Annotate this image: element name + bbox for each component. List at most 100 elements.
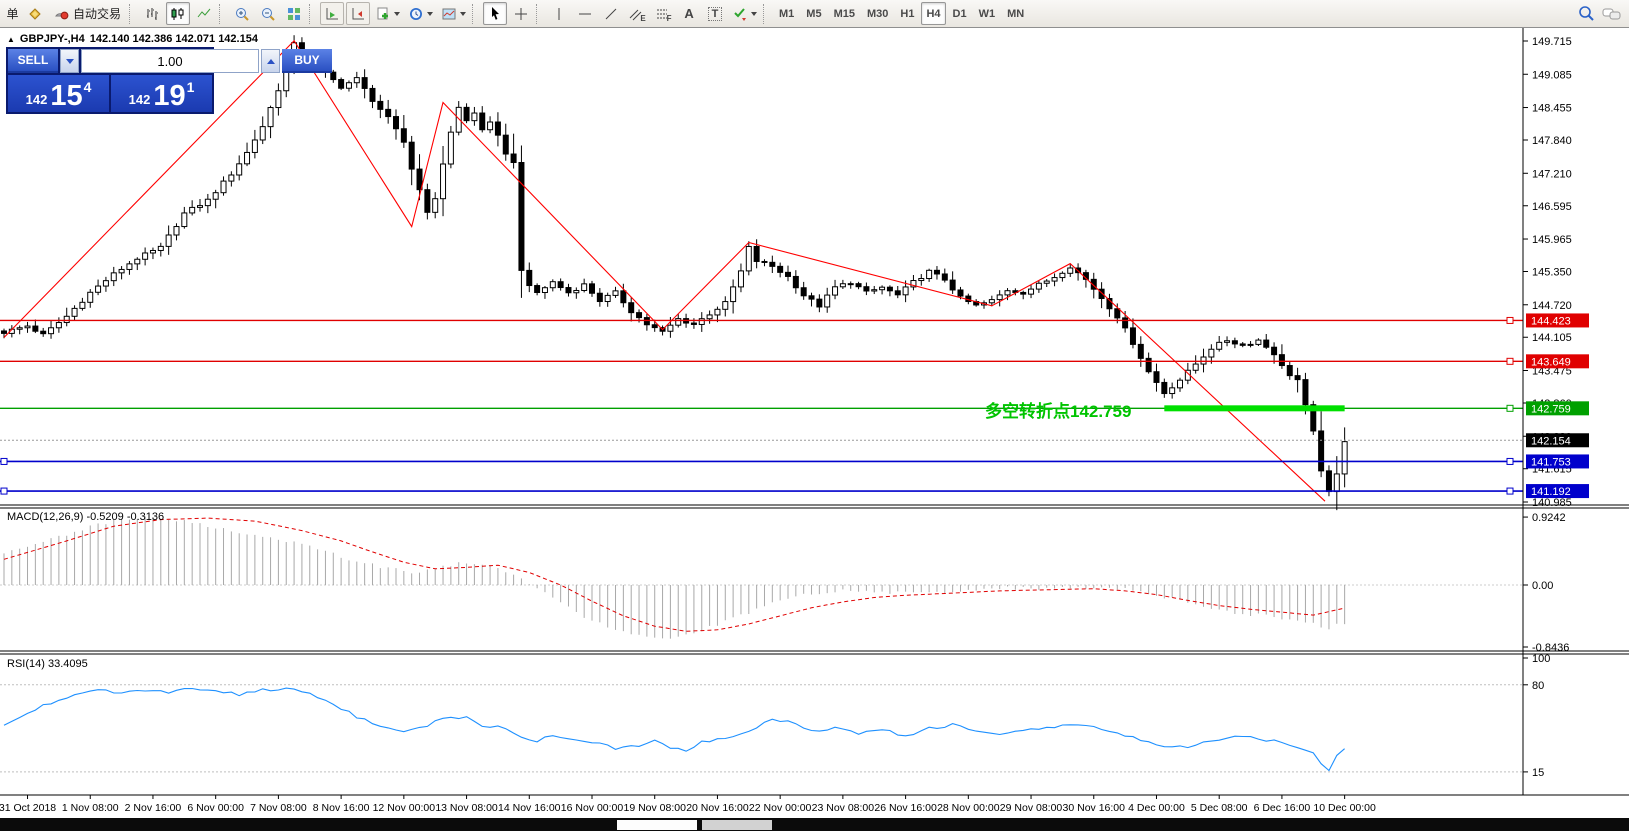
svg-text:6 Nov 00:00: 6 Nov 00:00	[187, 802, 244, 814]
svg-text:147.840: 147.840	[1532, 135, 1572, 147]
new-order-button[interactable]: 单	[1, 2, 21, 25]
chat-icon	[1602, 6, 1622, 22]
channel-letter: E	[640, 14, 645, 23]
line-chart-button[interactable]	[192, 2, 216, 25]
dropdown-arrow-icon	[460, 12, 466, 16]
timeframe-m30[interactable]: M30	[862, 2, 893, 25]
fibonacci-letter: F	[667, 14, 672, 23]
toolbar-separator	[472, 4, 478, 24]
zoom-out-button[interactable]	[256, 2, 280, 25]
crosshair-button[interactable]	[509, 2, 533, 25]
buy-price-prefix: 142	[129, 90, 151, 109]
svg-text:145.350: 145.350	[1532, 267, 1572, 279]
timeframe-h4[interactable]: H4	[921, 2, 945, 25]
autotrading-label: 自动交易	[73, 5, 121, 22]
svg-text:80: 80	[1532, 680, 1544, 692]
svg-text:31 Oct 2018: 31 Oct 2018	[0, 802, 56, 814]
macd-indicator-label: MACD(12,26,9) -0.5209 -0.3136	[7, 511, 164, 523]
buy-price-big: 19	[153, 83, 185, 109]
text-label-button[interactable]: T	[703, 2, 727, 25]
arrows-icon	[732, 6, 748, 22]
arrows-button[interactable]	[729, 2, 760, 25]
svg-text:5 Dec 08:00: 5 Dec 08:00	[1191, 802, 1248, 814]
svg-text:144.105: 144.105	[1532, 332, 1572, 344]
vertical-line-icon	[551, 6, 567, 22]
horizontal-line-button[interactable]	[573, 2, 597, 25]
timeframe-mn[interactable]: MN	[1002, 2, 1029, 25]
main-toolbar: 单 自动交易 E F A T M1 M5 M15 M30 H1 H4 D1 W1…	[0, 0, 1629, 28]
svg-text:16 Nov 00:00: 16 Nov 00:00	[561, 802, 624, 814]
text-label-icon: T	[708, 7, 723, 21]
turning-point-annotation[interactable]: 多空转折点142.759	[985, 397, 1131, 422]
symbol-title: GBPJPY-,H4	[20, 33, 85, 45]
dropdown-arrow-icon	[751, 12, 757, 16]
svg-text:14 Nov 16:00: 14 Nov 16:00	[498, 802, 561, 814]
volume-decrease-button[interactable]	[60, 49, 79, 73]
text-tool-button[interactable]: A	[677, 2, 701, 25]
volume-increase-button[interactable]	[261, 49, 280, 73]
zoom-in-button[interactable]	[230, 2, 254, 25]
toolbar-separator	[536, 4, 542, 24]
indicators-icon	[375, 6, 391, 22]
periods-button[interactable]	[405, 2, 436, 25]
svg-text:30 Nov 16:00: 30 Nov 16:00	[1063, 802, 1126, 814]
bottom-bar-segment	[702, 820, 772, 830]
collapse-arrow-icon[interactable]: ▲	[7, 35, 15, 44]
rsi-indicator-label: RSI(14) 33.4095	[7, 658, 88, 670]
candlestick-chart-button[interactable]	[166, 2, 190, 25]
tile-windows-button[interactable]	[282, 2, 306, 25]
sell-price-display[interactable]: 142154	[8, 75, 109, 112]
gold-button[interactable]	[23, 2, 47, 25]
toolbar-separator	[309, 4, 315, 24]
toolbar-separator	[129, 4, 135, 24]
cursor-button[interactable]	[483, 2, 507, 25]
svg-text:142.154: 142.154	[1531, 435, 1571, 447]
timeframe-h1[interactable]: H1	[895, 2, 919, 25]
svg-text:12 Nov 00:00: 12 Nov 00:00	[373, 802, 436, 814]
vertical-line-button[interactable]	[547, 2, 571, 25]
new-order-label: 单	[6, 5, 18, 22]
auto-scroll-button[interactable]	[320, 2, 344, 25]
zoom-out-icon	[260, 6, 276, 22]
chart-shift-button[interactable]	[346, 2, 370, 25]
svg-text:8 Nov 16:00: 8 Nov 16:00	[313, 802, 370, 814]
search-button[interactable]	[1574, 2, 1598, 25]
svg-text:26 Nov 16:00: 26 Nov 16:00	[874, 802, 937, 814]
horizontal-line-icon	[577, 6, 593, 22]
buy-price-sup: 1	[187, 79, 195, 95]
clock-icon	[408, 6, 424, 22]
svg-text:148.455: 148.455	[1532, 103, 1572, 115]
autotrading-button[interactable]: 自动交易	[49, 2, 126, 25]
svg-text:146.595: 146.595	[1532, 201, 1572, 213]
dropdown-arrow-icon	[427, 12, 433, 16]
chat-button[interactable]	[1600, 2, 1624, 25]
timeframe-d1[interactable]: D1	[948, 2, 972, 25]
timeframe-m5[interactable]: M5	[801, 2, 826, 25]
templates-button[interactable]	[438, 2, 469, 25]
indicators-button[interactable]	[372, 2, 403, 25]
svg-text:142.759: 142.759	[1531, 403, 1571, 415]
sell-button[interactable]: SELL	[8, 49, 58, 73]
timeframe-m1[interactable]: M1	[774, 2, 799, 25]
svg-text:19 Nov 08:00: 19 Nov 08:00	[623, 802, 686, 814]
sell-price-sup: 4	[84, 79, 92, 95]
svg-text:1 Nov 08:00: 1 Nov 08:00	[62, 802, 119, 814]
toolbar-separator	[763, 4, 769, 24]
chart-canvas[interactable]: 149.715149.085148.455147.840147.210146.5…	[0, 28, 1629, 831]
sell-price-prefix: 142	[26, 90, 48, 109]
timeframe-m15[interactable]: M15	[829, 2, 860, 25]
chart-shift-icon	[350, 6, 366, 22]
trendline-button[interactable]	[599, 2, 623, 25]
text-tool-icon: A	[684, 6, 693, 21]
svg-text:20 Nov 16:00: 20 Nov 16:00	[686, 802, 749, 814]
triangle-down-icon	[66, 59, 74, 64]
volume-input[interactable]	[81, 49, 259, 73]
buy-price-display[interactable]: 142191	[111, 75, 212, 112]
svg-text:22 Nov 00:00: 22 Nov 00:00	[749, 802, 812, 814]
bar-chart-button[interactable]	[140, 2, 164, 25]
sell-price-big: 15	[50, 83, 82, 109]
channel-button[interactable]: E	[625, 2, 649, 25]
timeframe-w1[interactable]: W1	[974, 2, 1001, 25]
fibonacci-button[interactable]: F	[651, 2, 675, 25]
buy-button[interactable]: BUY	[282, 49, 332, 73]
